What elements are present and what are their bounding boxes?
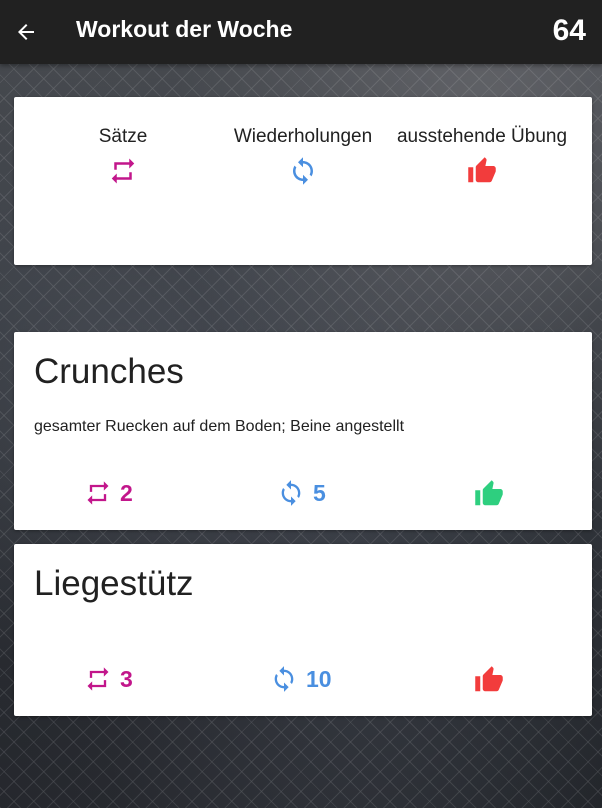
back-button[interactable] (10, 16, 42, 48)
legend-card: Sätze Wiederholungen ausstehende Übung (14, 97, 592, 265)
legend-pending-label: ausstehende Übung (396, 126, 568, 147)
exercise-card[interactable]: Liegestütz 3 10 (14, 544, 592, 716)
repeat-icon (87, 481, 109, 505)
reps-value: 5 (313, 479, 326, 506)
reps-stat: 5 (277, 479, 326, 507)
sync-icon (281, 480, 301, 506)
reps-value: 10 (306, 665, 332, 692)
exercise-name: Crunches (34, 352, 184, 391)
points-counter: 64 (552, 14, 586, 47)
legend-sets-label: Sätze (98, 126, 148, 147)
status-toggle[interactable] (474, 665, 504, 695)
arrow-left-icon (18, 24, 34, 40)
repeat-icon (111, 158, 135, 184)
sets-stat: 2 (84, 479, 133, 507)
reps-stat: 10 (270, 665, 332, 693)
exercise-description: gesamter Ruecken auf dem Boden; Beine an… (34, 418, 405, 435)
exercise-card[interactable]: Crunches gesamter Ruecken auf dem Boden;… (14, 332, 592, 530)
sets-value: 2 (120, 479, 133, 506)
thumbs-up-icon (468, 157, 496, 183)
sync-icon (274, 666, 294, 692)
legend-reps-label: Wiederholungen (233, 126, 373, 147)
legend-sets: Sätze (33, 121, 213, 186)
legend-pending: ausstehende Übung (392, 121, 572, 186)
sync-icon (293, 157, 313, 185)
status-toggle[interactable] (474, 479, 504, 509)
sets-value: 3 (120, 665, 133, 692)
app-bar: Workout der Woche 64 (0, 0, 602, 64)
repeat-icon (87, 667, 109, 691)
thumbs-up-icon (475, 666, 503, 692)
page-title: Workout der Woche (76, 16, 293, 42)
thumbs-up-icon (475, 480, 503, 506)
exercise-name: Liegestütz (34, 564, 194, 603)
legend-reps: Wiederholungen (213, 121, 393, 186)
sets-stat: 3 (84, 665, 133, 693)
